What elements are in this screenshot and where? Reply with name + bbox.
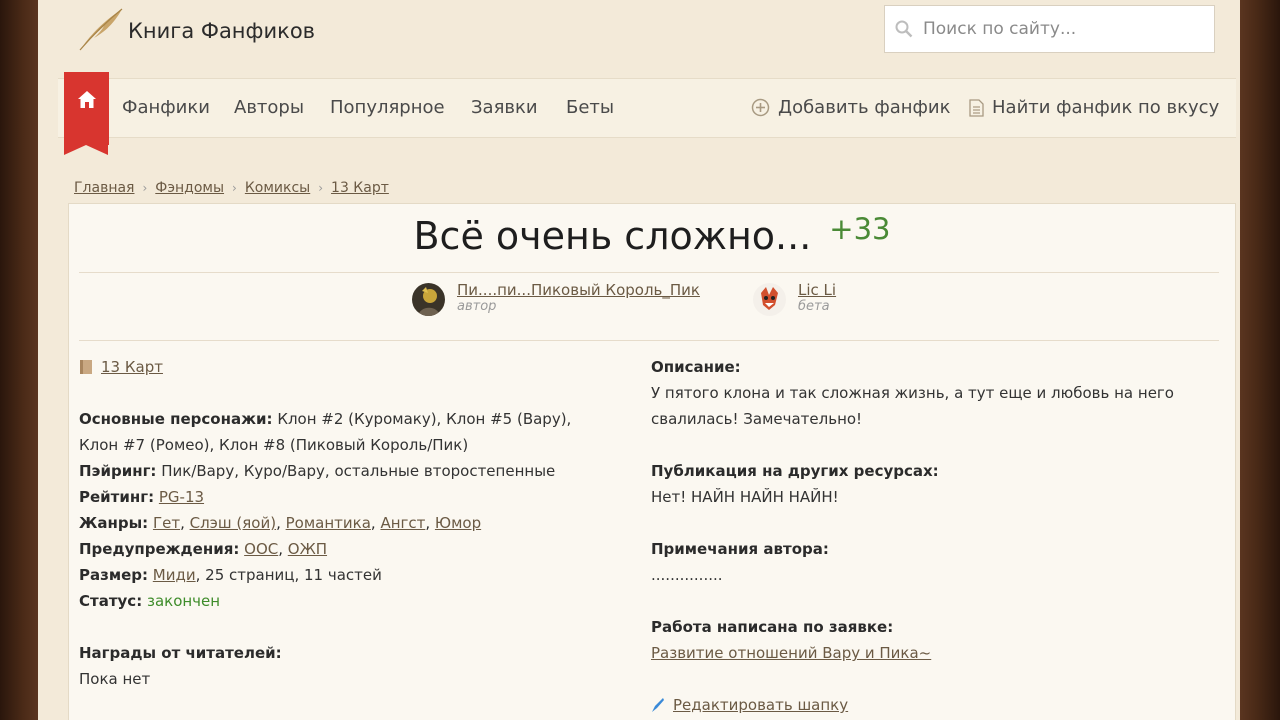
home-icon [78,91,96,108]
divider [79,272,1219,273]
notes-value: ............... [651,566,723,584]
fic-info-right: Описание: У пятого клона и так сложная ж… [651,354,1211,718]
fic-likes[interactable]: +33 [829,212,890,246]
awards-label: Награды от читателей: [79,644,282,662]
home-button[interactable] [64,72,109,155]
publication-label: Публикация на других ресурсах: [651,462,939,480]
genres: Жанры: Гет, Слэш (яой), Романтика, Ангст… [79,514,482,532]
status-value: закончен [146,592,221,610]
genre-link[interactable]: Гет [153,514,180,532]
breadcrumb-comics[interactable]: Комиксы [245,180,310,196]
site-logo[interactable]: Книга Фанфиков [76,6,315,52]
description-label: Описание: [651,358,741,376]
divider [79,340,1219,341]
size-details: , 25 страниц, 11 частей [195,566,382,584]
main-nav: Фанфики Авторы Популярное Заявки Беты До… [58,72,1236,155]
notes-label: Примечания автора: [651,540,829,558]
fic-title-row: Всё очень сложно... +33 [69,212,1235,258]
size: Размер: Миди, 25 страниц, 11 частей [79,562,619,588]
site-name: Книга Фанфиков [128,19,316,43]
author[interactable]: Пи....пи...Пиковый Король_Пик автор [412,283,700,316]
awards-value: Пока нет [79,670,151,688]
request-label: Работа написана по заявке: [651,618,894,636]
publication-value: Нет! НАЙН НАЙН НАЙН! [651,488,839,506]
genre-link[interactable]: Юмор [435,514,481,532]
edit-header-label: Редактировать шапку [673,696,849,714]
status: Статус: закончен [79,588,619,614]
request-link[interactable]: Развитие отношений Вару и Пика~ [651,640,1211,666]
fic-card: Всё очень сложно... +33 Пи....пи...Пиковы… [68,203,1236,720]
warning-link[interactable]: ООС [244,540,278,558]
wooden-frame-right [1240,0,1280,720]
rating-label: Рейтинг: [79,488,155,506]
author-name[interactable]: Пи....пи...Пиковый Король_Пик [457,283,700,298]
author-role: автор [457,299,497,314]
plus-circle-icon [751,98,770,117]
characters: Основные персонажи: Клон #2 (Куромаку), … [79,406,619,458]
genres-label: Жанры: [79,514,149,532]
page: Книга Фанфиков Фанфики Авторы Популярное… [38,0,1240,720]
edit-header-link[interactable]: Редактировать шапку [651,692,1211,718]
warning-link[interactable]: ОЖП [288,540,327,558]
genre-link[interactable]: Ангст [380,514,425,532]
breadcrumb-separator: › [232,181,237,195]
add-fic-link[interactable]: Добавить фанфик [751,97,950,118]
size-link[interactable]: Миди [153,566,196,584]
find-fic-link[interactable]: Найти фанфик по вкусу [969,97,1219,118]
beta-role: бета [798,299,830,314]
nav-betas[interactable]: Беты [566,97,614,118]
description-line2: свалилась! Замечательно! [651,410,863,428]
beta-name[interactable]: Lic Li [798,283,836,298]
breadcrumb-fandoms[interactable]: Фэндомы [155,180,224,196]
book-icon [80,360,92,374]
search-icon [895,20,913,38]
breadcrumb: Главная › Фэндомы › Комиксы › 13 Карт [74,180,389,196]
rating: Рейтинг: PG-13 [79,484,619,510]
fandom-line: 13 Карт [79,354,619,380]
add-fic-label: Добавить фанфик [778,97,951,118]
pairing-label: Пэйринг: [79,462,157,480]
nav-popular[interactable]: Популярное [330,97,445,118]
find-fic-label: Найти фанфик по вкусу [992,97,1220,118]
warnings-label: Предупреждения: [79,540,240,558]
search-box[interactable] [884,5,1215,53]
nav-requests[interactable]: Заявки [471,97,538,118]
document-icon [969,98,984,117]
rating-link[interactable]: PG-13 [159,488,204,506]
awards: Награды от читателей: Пока нет [79,640,619,692]
nav-authors[interactable]: Авторы [234,97,304,118]
size-label: Размер: [79,566,149,584]
pairing: Пэйринг: Пик/Вару, Куро/Вару, остальные … [79,458,619,484]
fandom-link[interactable]: 13 Карт [101,354,163,380]
breadcrumb-separator: › [318,181,324,195]
warnings: Предупреждения: ООС, ОЖП [79,540,328,558]
fic-title: Всё очень сложно... [413,214,812,258]
wooden-frame-left [0,0,38,720]
beta-avatar [753,283,786,316]
beta[interactable]: Lic Li бета [753,283,836,316]
breadcrumb-separator: › [142,181,148,195]
status-label: Статус: [79,592,143,610]
feather-icon [79,8,123,51]
characters-line1: Клон #2 (Куромаку), Клон #5 (Вару), [277,410,572,428]
characters-label: Основные персонажи: [79,410,273,428]
search-input[interactable] [923,19,1203,39]
genre-link[interactable]: Романтика [286,514,371,532]
nav-fanfics[interactable]: Фанфики [122,97,210,118]
fic-info-left: 13 Карт Основные персонажи: Клон #2 (Кур… [79,354,619,692]
characters-line2: Клон #7 (Ромео), Клон #8 (Пиковый Король… [79,436,469,454]
description-line1: У пятого клона и так сложная жизнь, а ту… [651,384,1174,402]
pen-icon [652,698,664,712]
genre-link[interactable]: Слэш (яой) [190,514,276,532]
author-avatar [412,283,445,316]
breadcrumb-home[interactable]: Главная [74,180,134,196]
site-header: Книга Фанфиков [38,0,1240,78]
pairing-value: Пик/Вару, Куро/Вару, остальные второстеп… [161,462,556,480]
breadcrumb-fandom[interactable]: 13 Карт [331,180,389,196]
